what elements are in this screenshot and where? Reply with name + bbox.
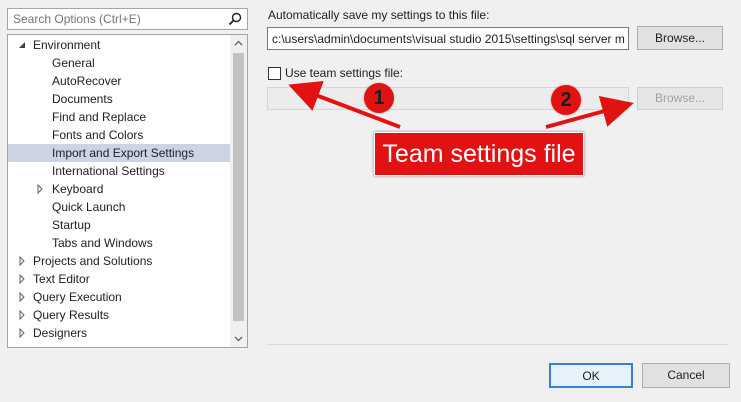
tree-item[interactable]: Documents xyxy=(8,90,230,108)
expanded-arrow-icon[interactable] xyxy=(17,36,27,54)
tree-item-label: Fonts and Colors xyxy=(52,128,144,142)
annotation-marker-1: 1 xyxy=(364,83,394,113)
collapsed-arrow-icon[interactable] xyxy=(17,288,27,306)
tree-item[interactable]: Startup xyxy=(8,216,230,234)
search-input[interactable] xyxy=(8,9,223,29)
tree-item-label: Text Editor xyxy=(33,272,90,286)
collapsed-arrow-icon[interactable] xyxy=(17,324,27,342)
tree-item-label: Quick Launch xyxy=(52,200,126,214)
collapsed-arrow-icon[interactable] xyxy=(17,252,27,270)
tree-item-label: Find and Replace xyxy=(52,110,147,124)
tree-item[interactable]: Import and Export Settings xyxy=(8,144,230,162)
scroll-down-arrow-icon[interactable] xyxy=(230,330,247,347)
scroll-up-arrow-icon[interactable] xyxy=(230,35,247,52)
collapsed-arrow-icon[interactable] xyxy=(17,270,27,288)
tree-item-label: Query Results xyxy=(33,308,110,322)
cancel-button[interactable]: Cancel xyxy=(642,363,730,388)
tree-item[interactable]: Environment xyxy=(8,36,230,54)
divider xyxy=(267,344,729,345)
tree-item[interactable]: Find and Replace xyxy=(8,108,230,126)
tree-item[interactable]: General xyxy=(8,54,230,72)
tree-item[interactable]: Fonts and Colors xyxy=(8,126,230,144)
scrollbar-thumb[interactable] xyxy=(233,53,244,321)
tree-item[interactable]: Query Execution xyxy=(8,288,230,306)
team-settings-checkbox[interactable] xyxy=(268,67,281,80)
auto-save-path-field[interactable] xyxy=(267,27,629,50)
options-search-box[interactable] xyxy=(7,8,248,30)
tree-item-label: Startup xyxy=(52,218,91,232)
tree-item-label: Import and Export Settings xyxy=(52,146,195,160)
tree-item[interactable]: International Settings xyxy=(8,162,230,180)
search-icon[interactable] xyxy=(228,12,242,26)
tree-item-label: Query Execution xyxy=(33,290,122,304)
tree-item-label: Environment xyxy=(33,38,101,52)
tree-item-label: Keyboard xyxy=(52,182,104,196)
tree-item[interactable]: Query Results xyxy=(8,306,230,324)
tree-item[interactable]: Designers xyxy=(8,324,230,342)
tree-item[interactable]: Projects and Solutions xyxy=(8,252,230,270)
ok-button[interactable]: OK xyxy=(549,363,633,388)
browse-button[interactable]: Browse... xyxy=(637,26,723,50)
tree-item-label: Tabs and Windows xyxy=(52,236,153,250)
tree-item[interactable]: Quick Launch xyxy=(8,198,230,216)
auto-save-path-input[interactable] xyxy=(268,28,628,49)
team-settings-callout: Team settings file xyxy=(374,132,584,176)
tree-item-label: AutoRecover xyxy=(52,74,122,88)
collapsed-arrow-icon[interactable] xyxy=(17,306,27,324)
tree-item-label: General xyxy=(52,56,95,70)
tree-item[interactable]: Text Editor xyxy=(8,270,230,288)
tree-item-label: Documents xyxy=(52,92,113,106)
tree-scrollbar[interactable] xyxy=(230,35,247,347)
options-tree-list: Environment General AutoRecover Documents Fi… xyxy=(8,36,230,342)
tree-item[interactable]: Tabs and Windows xyxy=(8,234,230,252)
team-browse-button: Browse... xyxy=(637,87,723,110)
tree-item[interactable]: AutoRecover xyxy=(8,72,230,90)
auto-save-label: Automatically save my settings to this f… xyxy=(268,8,490,22)
tree-item-label: Projects and Solutions xyxy=(33,254,153,268)
tree-item-label: International Settings xyxy=(52,164,165,178)
team-settings-label[interactable]: Use team settings file: xyxy=(285,66,403,80)
annotation-marker-2: 2 xyxy=(551,85,581,115)
collapsed-arrow-icon[interactable] xyxy=(35,180,45,198)
tree-item-label: Designers xyxy=(33,326,88,340)
options-tree[interactable]: Environment General AutoRecover Documents Fi… xyxy=(7,34,248,348)
tree-item[interactable]: Keyboard xyxy=(8,180,230,198)
